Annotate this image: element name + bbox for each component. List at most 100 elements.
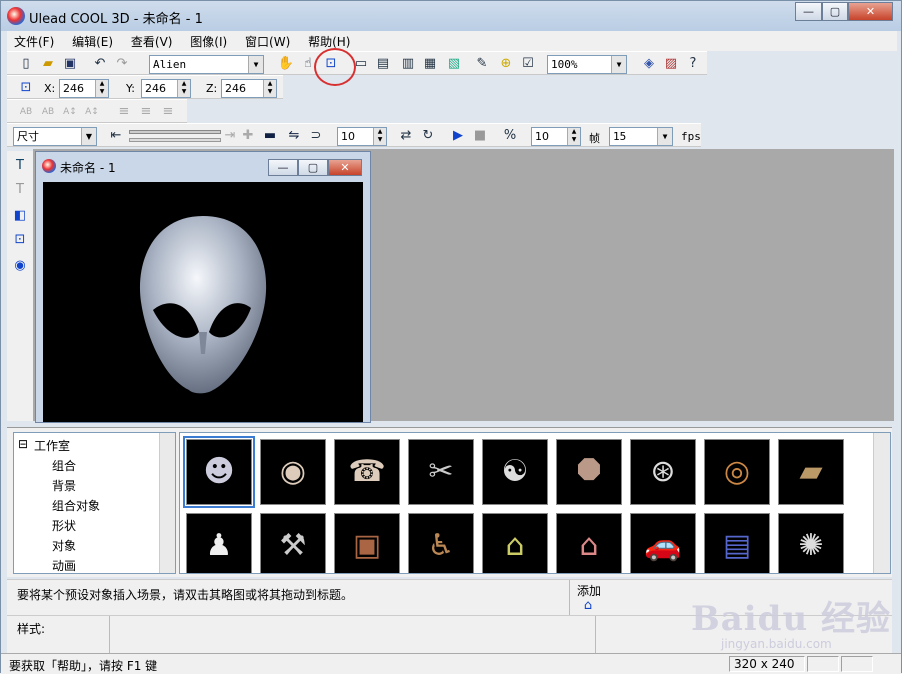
select-object-icon[interactable]: ⊡ [11, 231, 29, 249]
plugin-icon[interactable]: ◈ [640, 55, 658, 73]
close-button[interactable]: ✕ [848, 2, 893, 21]
thumbnail-chair[interactable]: ♿ [408, 513, 474, 573]
thumbnail-car[interactable]: 🚗 [630, 513, 696, 573]
remove-keyframe-icon[interactable]: ▬ [261, 127, 279, 145]
open-folder-icon[interactable]: ▰ [39, 55, 57, 73]
repeat-icon[interactable]: ⇄ [397, 127, 415, 145]
text-spacing-icon[interactable]: AB [17, 103, 35, 121]
thumbnail-octagon[interactable]: ⯃ [556, 439, 622, 505]
thumbnail-house[interactable]: ⌂ [556, 513, 622, 573]
add-keyframe-icon[interactable]: ✚ [239, 127, 257, 145]
thumbnail-scissors[interactable]: ✂ [408, 439, 474, 505]
maximize-button[interactable]: ▢ [822, 2, 848, 21]
thumbnail-eye[interactable]: ◉ [260, 439, 326, 505]
menu-window[interactable]: 窗口(W) [238, 31, 297, 52]
attribute-select[interactable]: 尺寸 ▼ [13, 127, 97, 146]
globe-icon[interactable]: ⊕ [497, 55, 515, 73]
thumbnail-doghouse[interactable]: ⌂ [482, 513, 548, 573]
y-input[interactable]: 246 ▲ ▼ [141, 79, 191, 98]
align-right-icon[interactable]: ≡ [159, 103, 177, 121]
keyframe-end-icon[interactable]: ⇥ [221, 127, 239, 145]
tree-item[interactable]: 背景 [52, 477, 76, 494]
thumbnail-bowling-pin[interactable]: ♟ [186, 513, 252, 573]
thumbnail-steering-wheel[interactable]: ⊛ [630, 439, 696, 505]
menu-file[interactable]: 文件(F) [7, 31, 61, 52]
spin-arrows-icon[interactable]: ▲ ▼ [177, 80, 190, 97]
camera-icon[interactable]: ◉ [11, 257, 29, 275]
menu-edit[interactable]: 编辑(E) [65, 31, 120, 52]
insert-text-icon[interactable]: T [11, 157, 29, 175]
scene-canvas[interactable] [43, 182, 363, 422]
thumbnail-donut[interactable]: ◎ [704, 439, 770, 505]
play-icon[interactable]: ▶ [449, 127, 467, 145]
thumbnail-bread[interactable]: ▰ [778, 439, 844, 505]
percent-icon[interactable]: % [501, 127, 519, 145]
thumbnail-telephone[interactable]: ☎ [334, 439, 400, 505]
insert-geometry-icon[interactable]: ◧ [11, 207, 29, 225]
thumbnail-crate[interactable]: ▣ [334, 513, 400, 573]
view-top-icon[interactable]: ▥ [399, 55, 417, 73]
doc-maximize-button[interactable]: ▢ [298, 159, 328, 176]
stop-icon[interactable]: ■ [471, 127, 489, 145]
tree-item[interactable]: 对象 [52, 537, 76, 554]
align-center-icon[interactable]: ≡ [137, 103, 155, 121]
thumbnail-floppy-disk[interactable]: ▤ [704, 513, 770, 573]
spin-arrows-icon[interactable]: ▲ ▼ [263, 80, 276, 97]
timeline-slider[interactable] [129, 130, 221, 134]
app-icon[interactable] [7, 7, 25, 25]
tree-item[interactable]: 动画 [52, 557, 76, 574]
reverse-icon[interactable]: ⇋ [285, 127, 303, 145]
edit-text-icon[interactable]: T [11, 181, 29, 199]
frame-count-input[interactable]: 10 ▲ ▼ [531, 127, 581, 146]
doc-close-button[interactable]: ✕ [328, 159, 362, 176]
context-help-icon[interactable]: ? [684, 55, 702, 73]
thumbnail-spiderweb[interactable]: ✺ [778, 513, 844, 573]
view-back-icon[interactable]: ▦ [421, 55, 439, 73]
z-input[interactable]: 246 ▲ ▼ [221, 79, 277, 98]
align-left-icon[interactable]: ≡ [115, 103, 133, 121]
menu-image[interactable]: 图像(I) [183, 31, 234, 52]
thumbnail-alien[interactable]: ☻ [183, 436, 255, 508]
save-icon[interactable]: ▣ [61, 55, 79, 73]
x-input[interactable]: 246 ▲ ▼ [59, 79, 109, 98]
new-file-icon[interactable]: ▯ [17, 55, 35, 73]
lighting-icon[interactable]: ✎ [473, 55, 491, 73]
keyframe-nav-icon[interactable]: ⇤ [107, 127, 125, 145]
frames-input[interactable]: 10 ▲ ▼ [337, 127, 387, 146]
tree-scrollbar[interactable] [159, 433, 175, 573]
tree-item[interactable]: 形状 [52, 517, 76, 534]
line-spacing2-icon[interactable]: A↕ [83, 103, 101, 121]
spin-arrows-icon[interactable]: ▲ ▼ [373, 128, 386, 145]
add-to-scene-icon[interactable]: ⌂ [579, 597, 597, 615]
checkbox-icon[interactable]: ☑ [519, 55, 537, 73]
rotate-icon[interactable]: ↻ [419, 127, 437, 145]
image-icon[interactable]: ▨ [662, 55, 680, 73]
category-tree[interactable]: ⊟ 工作室 组合 背景 组合对象 形状 对象 动画 [13, 432, 176, 574]
timeline-track[interactable] [129, 138, 221, 142]
doc-minimize-button[interactable]: — [268, 159, 298, 176]
undo-icon[interactable]: ↶ [91, 55, 109, 73]
text-spacing2-icon[interactable]: AB [39, 103, 57, 121]
fps-select[interactable]: 15 ▼ [609, 127, 673, 146]
thumbnail-hammer[interactable]: ⚒ [260, 513, 326, 573]
line-spacing-icon[interactable]: A↕ [61, 103, 79, 121]
spin-arrows-icon[interactable]: ▲ ▼ [95, 80, 108, 97]
thumbnail-scrollbar[interactable] [873, 433, 890, 573]
tree-item[interactable]: 组合 [52, 457, 76, 474]
minimize-button[interactable]: — [795, 2, 822, 21]
font-select[interactable]: Alien ▼ [149, 55, 264, 74]
spin-arrows-icon[interactable]: ▲ ▼ [567, 128, 580, 145]
loop-icon[interactable]: ⊃ [307, 127, 325, 145]
tree-root[interactable]: 工作室 [34, 437, 70, 454]
doc-icon[interactable] [42, 159, 56, 173]
hand-move-icon[interactable]: ✋ [277, 55, 295, 73]
view-side-icon[interactable]: ▤ [374, 55, 392, 73]
view-3d-icon[interactable]: ▧ [445, 55, 463, 73]
menu-view[interactable]: 查看(V) [124, 31, 180, 52]
alien-head-object[interactable] [43, 182, 363, 422]
redo-icon[interactable]: ↷ [113, 55, 131, 73]
thumbnail-yin-yang[interactable]: ☯ [482, 439, 548, 505]
tree-collapse-icon[interactable]: ⊟ [18, 437, 28, 451]
position-icon[interactable]: ⊡ [17, 79, 35, 97]
tree-item[interactable]: 组合对象 [52, 497, 100, 514]
